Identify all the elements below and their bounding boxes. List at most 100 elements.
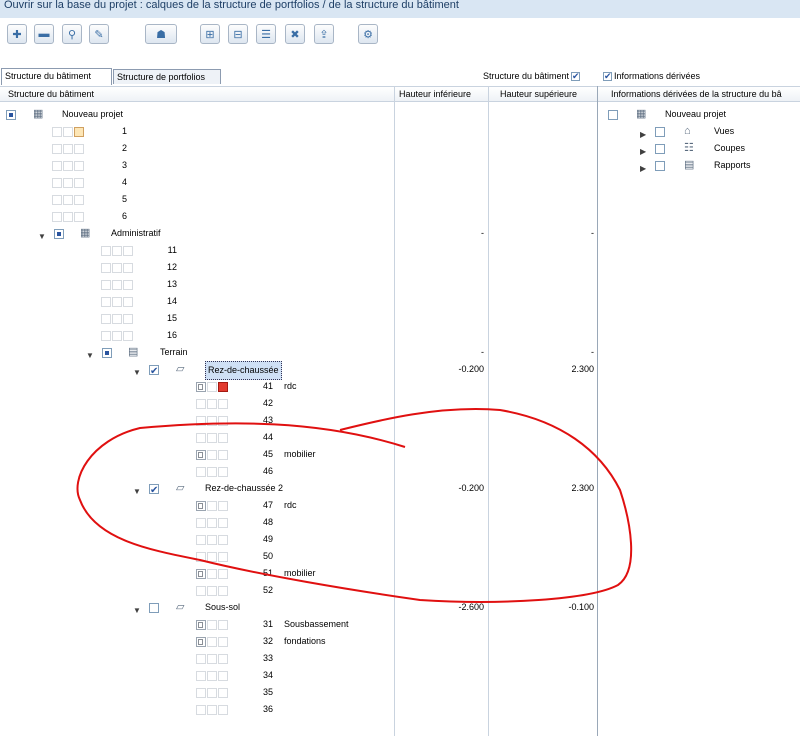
layer-cell-3[interactable]	[74, 212, 84, 222]
floor-label[interactable]: Rez-de-chaussée 2	[205, 480, 283, 497]
derived-project-checkbox[interactable]	[608, 110, 618, 120]
layer-cell-1[interactable]	[196, 637, 206, 647]
layer-cell-2[interactable]	[207, 705, 217, 715]
derived-item-checkbox[interactable]	[655, 161, 665, 171]
layer-cell-3[interactable]	[123, 314, 133, 324]
tab-building-structure[interactable]: Structure du bâtiment	[1, 68, 112, 85]
layer-cell-2[interactable]	[207, 399, 217, 409]
layer-cell-3[interactable]	[218, 399, 228, 409]
layer-cell-1[interactable]	[52, 195, 62, 205]
layer-cell-3[interactable]	[123, 331, 133, 341]
layer-cell-1[interactable]	[196, 416, 206, 426]
column-derived[interactable]: Informations dérivées de la structure du…	[611, 88, 800, 100]
level-icon[interactable]: ☰	[256, 24, 276, 44]
layer-cell-1[interactable]	[196, 705, 206, 715]
layer-cell-2[interactable]	[207, 552, 217, 562]
layer-cell-2[interactable]	[207, 501, 217, 511]
layer-cell-3[interactable]	[218, 416, 228, 426]
layer-cell-3[interactable]	[123, 297, 133, 307]
tree-down-icon[interactable]: ⊟	[228, 24, 248, 44]
layer-cell-3[interactable]	[218, 433, 228, 443]
layer-cell-1[interactable]	[196, 450, 206, 460]
layer-cell-2[interactable]	[207, 637, 217, 647]
layer-cell-3[interactable]	[218, 705, 228, 715]
layer-cell-1[interactable]	[196, 620, 206, 630]
layer-cell-3[interactable]	[218, 552, 228, 562]
link-icon[interactable]: ✎	[89, 24, 109, 44]
layer-cell-2[interactable]	[207, 569, 217, 579]
layer-cell-3[interactable]	[218, 450, 228, 460]
layer-cell-3[interactable]	[74, 127, 84, 137]
layer-cell-3[interactable]	[218, 637, 228, 647]
layer-cell-1[interactable]	[196, 552, 206, 562]
layer-cell-3[interactable]	[74, 178, 84, 188]
layer-cell-1[interactable]	[52, 161, 62, 171]
layer-cell-3[interactable]	[218, 688, 228, 698]
export-icon[interactable]: ⇪	[314, 24, 334, 44]
minus-icon[interactable]: ▬	[34, 24, 54, 44]
layer-cell-1[interactable]	[196, 467, 206, 477]
building-checkbox[interactable]	[54, 229, 64, 239]
layer-cell-1[interactable]	[196, 382, 206, 392]
layer-cell-2[interactable]	[207, 382, 217, 392]
project-checkbox[interactable]	[6, 110, 16, 120]
layer-cell-1[interactable]	[52, 212, 62, 222]
layer-cell-1[interactable]	[101, 331, 111, 341]
layer-cell-2[interactable]	[207, 654, 217, 664]
floor-checkbox[interactable]	[149, 482, 159, 499]
layer-cell-3[interactable]	[218, 467, 228, 477]
layer-cell-2[interactable]	[112, 246, 122, 256]
layer-cell-1[interactable]	[52, 127, 62, 137]
layer-cell-3[interactable]	[218, 501, 228, 511]
pane-divider[interactable]	[597, 86, 598, 736]
layer-cell-2[interactable]	[112, 280, 122, 290]
layer-cell-2[interactable]	[207, 535, 217, 545]
layer-cell-3[interactable]	[218, 671, 228, 681]
layer-cell-1[interactable]	[52, 178, 62, 188]
floor-checkbox[interactable]	[149, 603, 159, 613]
layer-cell-1[interactable]	[101, 263, 111, 273]
layer-cell-2[interactable]	[63, 178, 73, 188]
tab-portfolio-structure[interactable]: Structure de portfolios	[113, 69, 221, 84]
chevron-right-icon[interactable]: ▶	[640, 160, 646, 177]
layer-cell-2[interactable]	[112, 331, 122, 341]
derived-toggle[interactable]: Informations dérivées	[603, 70, 700, 82]
layer-cell-1[interactable]	[196, 654, 206, 664]
layer-cell-3[interactable]	[74, 161, 84, 171]
delete-level-icon[interactable]: ✖	[285, 24, 305, 44]
layer-cell-3[interactable]	[218, 535, 228, 545]
layer-cell-3[interactable]	[218, 518, 228, 528]
structure-checkbox[interactable]	[571, 70, 581, 82]
floor-checkbox[interactable]	[149, 363, 159, 380]
layer-cell-2[interactable]	[207, 688, 217, 698]
person-icon[interactable]: ☗	[145, 24, 177, 44]
layer-cell-1[interactable]	[196, 501, 206, 511]
layer-cell-2[interactable]	[207, 467, 217, 477]
layer-cell-3[interactable]	[123, 263, 133, 273]
layer-cell-1[interactable]	[196, 535, 206, 545]
derived-checkbox[interactable]	[603, 70, 612, 82]
settings-icon[interactable]: ⚙	[358, 24, 378, 44]
layer-cell-3[interactable]	[218, 654, 228, 664]
layer-cell-3[interactable]	[218, 382, 228, 392]
layer-cell-2[interactable]	[112, 263, 122, 273]
site-checkbox[interactable]	[102, 348, 112, 358]
layer-cell-3[interactable]	[123, 246, 133, 256]
layer-cell-1[interactable]	[196, 671, 206, 681]
layer-cell-2[interactable]	[207, 586, 217, 596]
layer-cell-2[interactable]	[207, 518, 217, 528]
layer-cell-3[interactable]	[74, 195, 84, 205]
column-lower-height[interactable]: Hauteur inférieure	[399, 88, 471, 100]
plus-icon[interactable]: ✚	[7, 24, 27, 44]
layer-cell-1[interactable]	[196, 518, 206, 528]
search-icon[interactable]: ⚲	[62, 24, 82, 44]
structure-toggle[interactable]: Structure du bâtiment	[483, 70, 581, 82]
tree-up-icon[interactable]: ⊞	[200, 24, 220, 44]
column-structure[interactable]: Structure du bâtiment	[8, 88, 94, 100]
layer-cell-1[interactable]	[101, 280, 111, 290]
layer-cell-3[interactable]	[218, 620, 228, 630]
layer-cell-2[interactable]	[63, 144, 73, 154]
layer-cell-3[interactable]	[74, 144, 84, 154]
layer-cell-2[interactable]	[63, 195, 73, 205]
layer-cell-2[interactable]	[112, 297, 122, 307]
